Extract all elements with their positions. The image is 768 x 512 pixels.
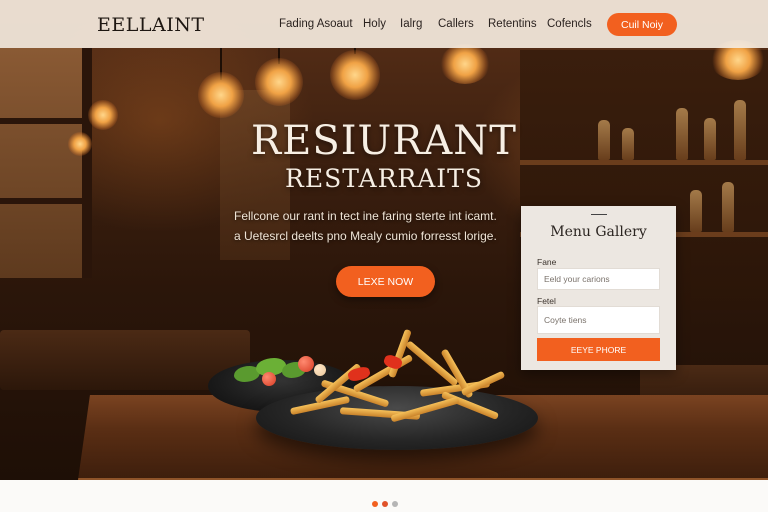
- pendant-lamp: [330, 50, 380, 100]
- footer-strip: [0, 480, 768, 512]
- carousel-dot-active[interactable]: [372, 501, 378, 507]
- hero-cta-button[interactable]: LEXE NOW: [336, 266, 435, 297]
- message-field[interactable]: [537, 306, 660, 334]
- site-header: EELLAINT Fading Asoaut Holy Ialrg Caller…: [0, 0, 768, 48]
- panel-title: Menu Gallery: [550, 224, 647, 240]
- hero-title: RESIURANT: [251, 118, 517, 164]
- bottle: [690, 190, 702, 232]
- crispy-pasta: [280, 328, 520, 430]
- pendant-lamp: [255, 58, 303, 106]
- field-label: Fetel: [537, 296, 556, 306]
- carousel-dot[interactable]: [392, 501, 398, 507]
- hero-tagline-line: Fellcone our rant in tect ine faring ste…: [234, 209, 497, 223]
- nav-item[interactable]: Retentins: [488, 18, 537, 30]
- hero-subtitle: RESTARRAITS: [285, 164, 483, 193]
- pendant-lamp: [440, 44, 490, 84]
- hero-tagline-line: a Uetesrcl deelts pno Mealy cumio forres…: [234, 229, 497, 243]
- name-field[interactable]: [537, 268, 660, 290]
- divider: [591, 214, 607, 215]
- nav-item[interactable]: Fading Asoaut: [279, 18, 353, 30]
- brand-logo[interactable]: EELLAINT: [97, 14, 205, 36]
- nav-item[interactable]: Callers: [438, 18, 474, 30]
- carousel-dot-active[interactable]: [382, 501, 388, 507]
- nav-item[interactable]: Ialrg: [400, 18, 422, 30]
- menu-gallery-panel: Menu Gallery Fane Fetel EEYE PHORE: [521, 206, 676, 370]
- field-label: Fane: [537, 257, 557, 267]
- pendant-lamp: [198, 72, 244, 118]
- submit-button[interactable]: EEYE PHORE: [537, 338, 660, 361]
- call-now-button[interactable]: Cuil Noiy: [607, 13, 677, 36]
- nav-item[interactable]: Cofencls: [547, 18, 592, 30]
- nav-item[interactable]: Holy: [363, 18, 386, 30]
